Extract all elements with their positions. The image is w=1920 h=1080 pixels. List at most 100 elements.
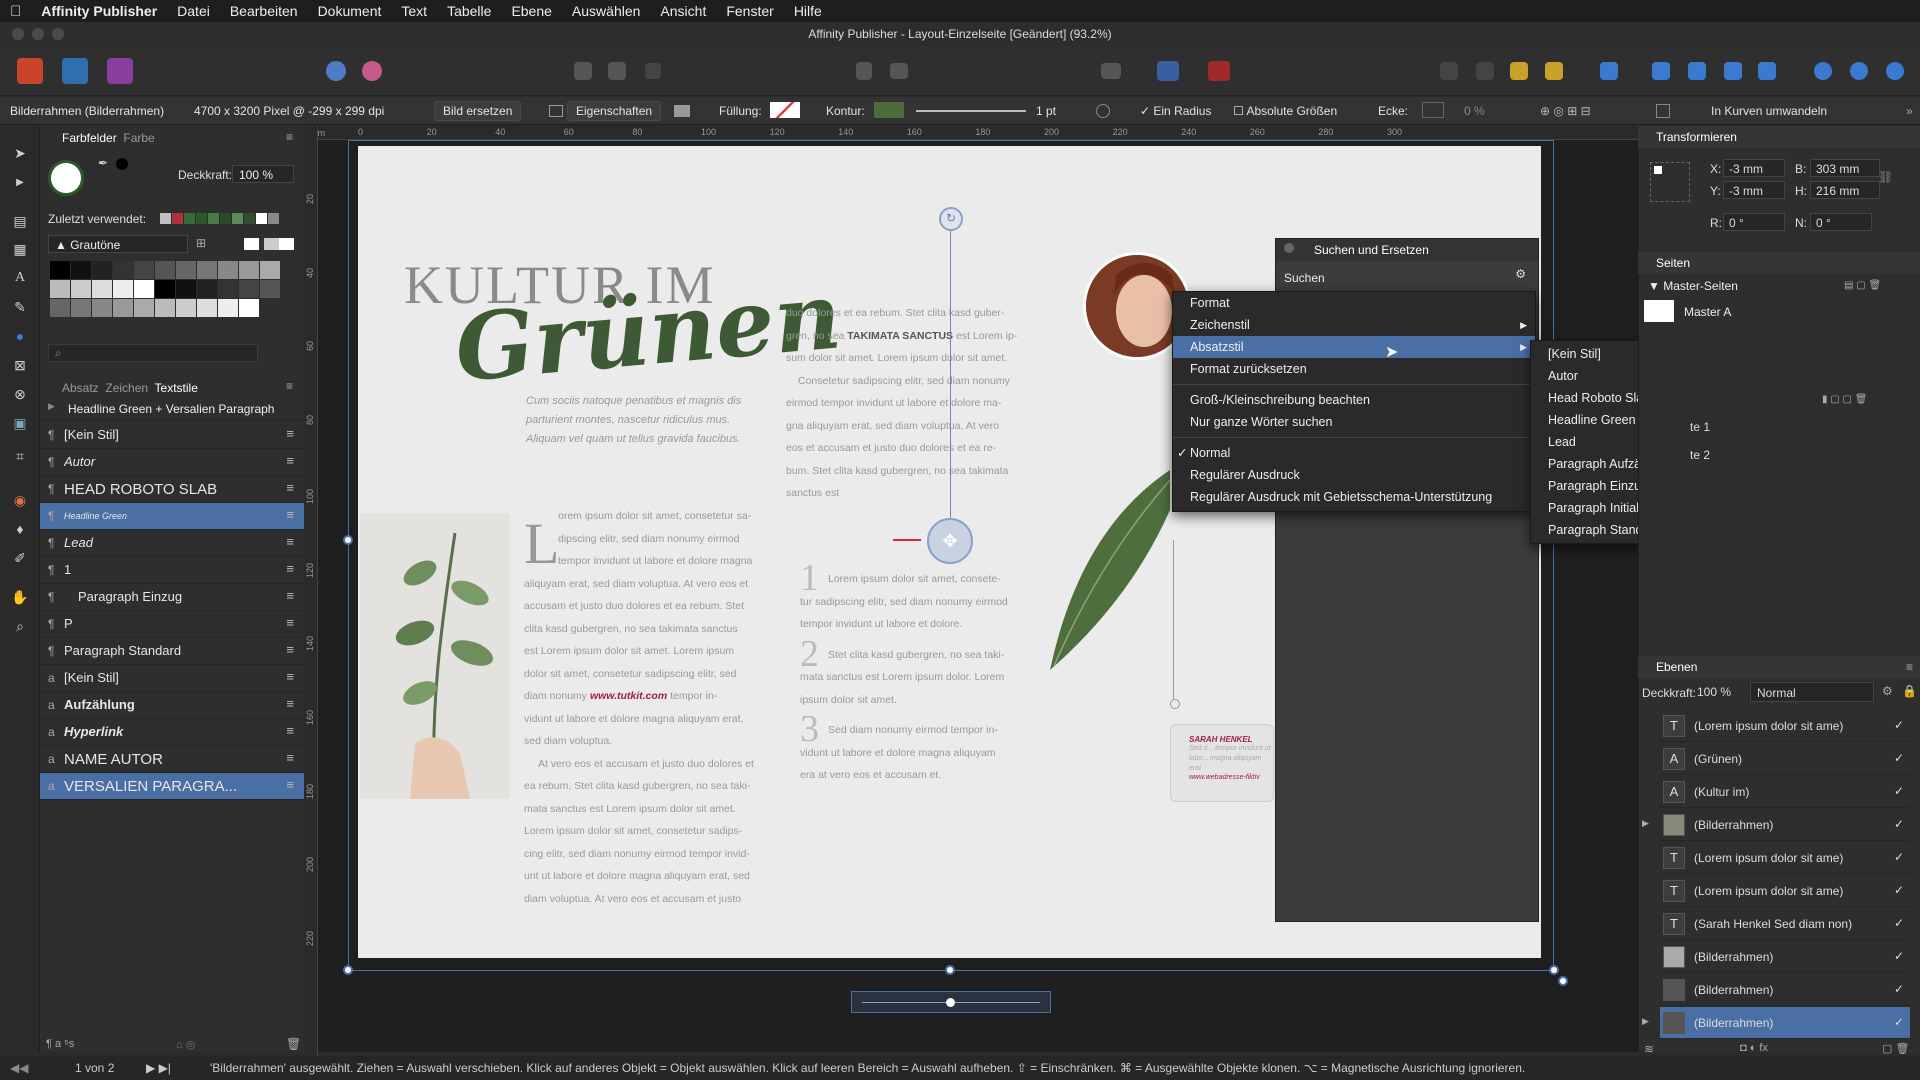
- resize-handle-bottom-right[interactable]: [1549, 965, 1559, 975]
- flip-horizontal-icon[interactable]: [1652, 62, 1670, 80]
- y-input[interactable]: -3 mm: [1723, 181, 1785, 199]
- zoom-tool-icon[interactable]: ⌕: [10, 616, 30, 636]
- layer-opacity-value[interactable]: 100 %: [1697, 685, 1731, 699]
- layer-row[interactable]: A (Kultur im) ✓: [1660, 776, 1910, 808]
- layer-visibility-checkbox[interactable]: ✓: [1894, 916, 1904, 930]
- recent-color-swatch[interactable]: [232, 213, 243, 224]
- style-menu-icon[interactable]: ≡: [286, 615, 294, 630]
- arrange-back-icon[interactable]: [1440, 62, 1458, 80]
- grey-swatch[interactable]: [113, 261, 133, 279]
- layer-row[interactable]: T (Lorem ipsum dolor sit ame) ✓: [1660, 842, 1910, 874]
- height-input[interactable]: 216 mm: [1810, 181, 1880, 199]
- grey-swatch[interactable]: [239, 299, 259, 317]
- style-row[interactable]: ¶ Autor ≡: [40, 449, 304, 476]
- zoom-window-button[interactable]: [52, 28, 64, 40]
- style-menu-icon[interactable]: ≡: [286, 561, 294, 576]
- properties-button[interactable]: Eigenschaften: [567, 101, 662, 121]
- style-row[interactable]: ¶ Lead ≡: [40, 530, 304, 557]
- node-tool-icon[interactable]: ▶: [10, 173, 30, 193]
- close-panel-icon[interactable]: [1284, 243, 1294, 253]
- style-actions-icon[interactable]: ⌂ ◎: [176, 1038, 195, 1051]
- pen-tool-icon[interactable]: ✎: [10, 297, 30, 317]
- menu-dokument[interactable]: Dokument: [308, 3, 392, 19]
- expand-arrow-icon[interactable]: ▶: [48, 401, 55, 412]
- ellipse-frame-tool-icon[interactable]: ⊗: [10, 384, 30, 404]
- recent-color-swatch[interactable]: [184, 213, 195, 224]
- apple-icon[interactable]: : [0, 3, 31, 20]
- width-input[interactable]: 303 mm: [1810, 159, 1880, 177]
- grey-swatch[interactable]: [71, 299, 91, 317]
- place-image-tool-icon[interactable]: ▣: [10, 413, 30, 433]
- grey-swatch[interactable]: [113, 280, 133, 298]
- grey-swatch[interactable]: [92, 261, 112, 279]
- layer-row[interactable]: (Bilderrahmen) ✓ ▶: [1642, 809, 1910, 841]
- layer-row[interactable]: A (Grünen) ✓: [1660, 743, 1910, 775]
- flip-vertical-icon[interactable]: [1688, 62, 1706, 80]
- shear-input[interactable]: 0 °: [1810, 213, 1872, 231]
- recent-color-swatch[interactable]: [208, 213, 219, 224]
- recent-color-swatch[interactable]: [220, 213, 231, 224]
- style-row[interactable]: ¶ HEAD ROBOTO SLAB ≡: [40, 476, 304, 503]
- style-tools-icon[interactable]: ¶ a ⁵s: [46, 1038, 74, 1050]
- page-actions-icon[interactable]: ▤ ▢ 🗑: [1844, 280, 1881, 291]
- recent-color-swatch[interactable]: [244, 213, 255, 224]
- grey-swatch[interactable]: [260, 280, 280, 298]
- menu-item[interactable]: Regulärer Ausdruck mit Gebietsschema-Unt…: [1173, 486, 1535, 508]
- resize-handle-bottom[interactable]: [945, 965, 955, 975]
- close-window-button[interactable]: [12, 28, 24, 40]
- layer-visibility-checkbox[interactable]: ✓: [1894, 817, 1904, 831]
- share-icon[interactable]: [326, 61, 346, 81]
- layer-lock-icon[interactable]: 🔒: [1902, 684, 1917, 698]
- photo-persona-icon[interactable]: [62, 58, 88, 84]
- recent-color-swatch[interactable]: [268, 213, 279, 224]
- menu-item[interactable]: Groß-/Kleinschreibung beachten: [1173, 389, 1535, 411]
- grey-swatch[interactable]: [50, 280, 70, 298]
- menu-auswaehlen[interactable]: Auswählen: [562, 3, 651, 19]
- opacity-input[interactable]: 100 %: [232, 165, 294, 183]
- panel-menu-icon[interactable]: ≡: [286, 130, 293, 144]
- style-menu-icon[interactable]: ≡: [286, 669, 294, 684]
- layer-expand-icon[interactable]: ▶: [1642, 1016, 1649, 1027]
- hand-tool-icon[interactable]: ✋: [10, 587, 30, 607]
- resize-handle-corner[interactable]: [1558, 976, 1568, 986]
- menu-item[interactable]: Absatzstil ▶: [1173, 336, 1535, 358]
- menu-ebene[interactable]: Ebene: [501, 3, 561, 19]
- layer-expand-icon[interactable]: ▶: [1642, 818, 1649, 829]
- view-mode-icon[interactable]: [645, 63, 661, 79]
- layer-row[interactable]: T (Lorem ipsum dolor sit ame) ✓: [1660, 710, 1910, 742]
- crop-tool-icon[interactable]: ⌗: [10, 446, 30, 466]
- convert-curves-icon[interactable]: [1656, 104, 1670, 118]
- style-menu-icon[interactable]: ≡: [286, 588, 294, 603]
- master-a-thumbnail[interactable]: [1644, 300, 1674, 322]
- style-menu-icon[interactable]: ≡: [286, 723, 294, 738]
- image-scale-slider[interactable]: [851, 991, 1051, 1013]
- designer-persona-icon[interactable]: [107, 58, 133, 84]
- style-row[interactable]: ¶ Headline Green ≡: [40, 503, 304, 530]
- layer-visibility-checkbox[interactable]: ✓: [1894, 1015, 1904, 1029]
- grey-swatch[interactable]: [239, 280, 259, 298]
- one-radius-checkbox[interactable]: ✓ Ein Radius: [1140, 104, 1211, 118]
- color-picker-tool-icon[interactable]: ✐: [10, 548, 30, 568]
- style-menu-icon[interactable]: ≡: [286, 750, 294, 765]
- palette-options-icon[interactable]: ⊞: [196, 236, 206, 250]
- fit-frame-icon[interactable]: [674, 105, 690, 117]
- snapping-magnet-icon[interactable]: [1208, 61, 1230, 81]
- grey-swatch[interactable]: [50, 299, 70, 317]
- preview-eye-icon[interactable]: [1101, 63, 1121, 79]
- layer-settings-gear-icon[interactable]: ⚙: [1882, 684, 1893, 698]
- pin-icon[interactable]: [856, 62, 872, 80]
- rotate-left-icon[interactable]: [1724, 62, 1742, 80]
- recent-color-swatch[interactable]: [196, 213, 207, 224]
- layer-visibility-checkbox[interactable]: ✓: [1894, 982, 1904, 996]
- style-row[interactable]: a [Kein Stil] ≡: [40, 665, 304, 692]
- menu-item[interactable]: Nur ganze Wörter suchen: [1173, 411, 1535, 433]
- layers-menu-icon[interactable]: ≡: [1906, 660, 1913, 674]
- corner-tools-icon[interactable]: ⊕ ◎ ⊞ ⊟: [1540, 104, 1640, 118]
- resize-handle-bottom-left[interactable]: [343, 965, 353, 975]
- minimize-window-button[interactable]: [32, 28, 44, 40]
- menu-item[interactable]: Format zurücksetzen: [1173, 358, 1535, 380]
- grey-swatch[interactable]: [197, 280, 217, 298]
- black-swatch-icon[interactable]: [116, 158, 128, 170]
- arrange-front-icon[interactable]: [1545, 62, 1563, 80]
- rotation-input[interactable]: 0 °: [1723, 213, 1785, 231]
